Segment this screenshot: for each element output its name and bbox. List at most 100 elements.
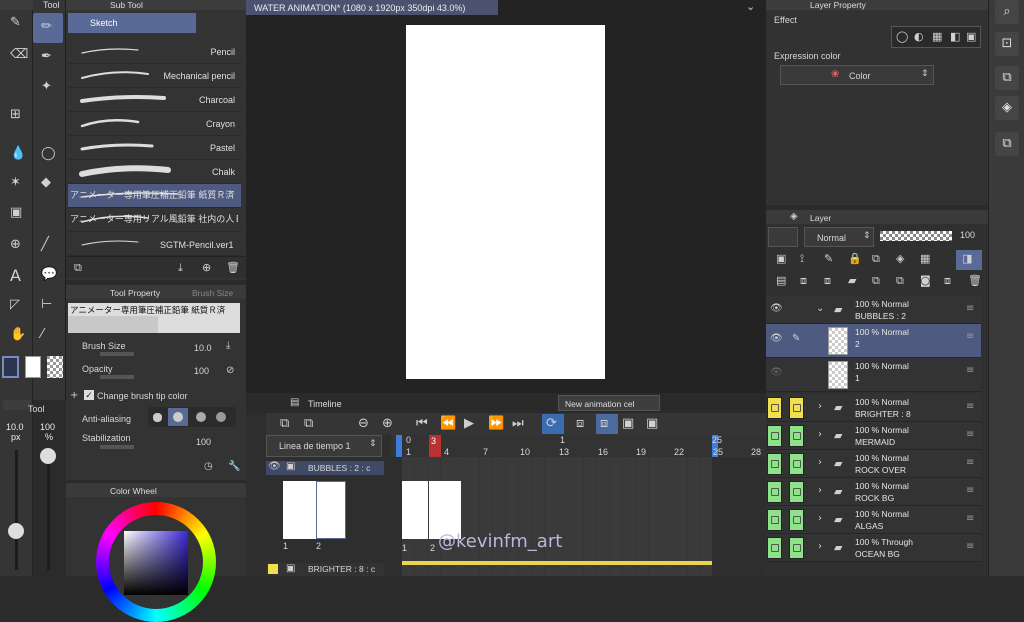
layer-lock-flag[interactable] [789,537,804,559]
drag-handle-icon[interactable]: ≡ [966,332,974,342]
cel-1[interactable] [402,481,428,539]
drag-handle-icon[interactable]: ≡ [966,542,974,552]
stabilization-slider[interactable] [100,445,134,449]
sub-color-swatch[interactable] [25,356,41,378]
layer-row[interactable]: 👁 ✎ 100 % Normal 2 ≡ [766,324,981,358]
wrench-icon[interactable]: 🔧 [228,462,240,472]
expression-select[interactable]: ❀ Color ⇕ [780,65,934,85]
tone-icon[interactable]: ▦ [932,31,942,42]
brush-item[interactable]: アニメーター専用リアル風鉛筆 社内の人Ｅ [68,208,241,232]
material-icon[interactable]: ⧉ [995,66,1019,90]
brush-item[interactable]: Chalk [68,160,241,184]
transparent-color-swatch[interactable] [47,356,63,378]
draft-icon[interactable]: ⟟ [800,253,804,264]
drag-handle-icon[interactable]: ≡ [966,486,974,496]
layer-type-select[interactable] [768,227,798,247]
drag-handle-icon[interactable]: ≡ [966,304,974,314]
change-tip-checkbox[interactable]: ✓ [84,390,94,400]
size-slider-track[interactable] [15,450,18,570]
layer-color-button[interactable]: ◨ [956,250,982,270]
import-icon[interactable]: ⤓ [178,262,183,273]
gradient-icon[interactable]: ▣ [10,206,22,219]
brush-item[interactable]: Charcoal [68,88,241,112]
marker-icon[interactable]: ✒ [41,50,52,63]
brush-item[interactable]: Pencil [68,40,241,64]
zoom-in-icon[interactable]: ⊕ [382,417,393,430]
history-icon[interactable]: ⧉ [995,132,1019,156]
object-select-icon[interactable]: ⊕ [10,238,21,251]
subtool-group-tab[interactable]: Sketch [68,13,196,33]
more-effects-icon[interactable]: ▣ [966,31,976,42]
transparent-lock-icon[interactable]: ▦ [920,253,930,264]
chevron-right-icon[interactable]: › [818,430,822,440]
brush-item[interactable]: アニメーター専用筆圧補正鉛筆 紙質Ｒ済 [68,184,241,208]
apply-mask-icon[interactable]: ⧈ [944,275,951,286]
layer-row[interactable]: › ▰ 100 % Normal ROCK OVER ≡ [766,450,981,478]
drag-handle-icon[interactable]: ≡ [966,514,974,524]
figure-icon[interactable]: ◸ [10,298,20,311]
layers-icon[interactable]: ◈ [995,96,1019,120]
play-icon[interactable]: ▶ [464,417,474,430]
loop-button[interactable]: ⟳ [542,414,564,434]
aa-strong-icon[interactable] [216,412,226,422]
brush-item[interactable]: SGTM-Pencil.ver1 [68,232,241,256]
first-frame-icon[interactable]: ⏮ [416,417,428,430]
clip-icon[interactable]: ⧉ [872,253,880,264]
toolprop-tab[interactable]: Tool Property [110,288,160,298]
new-cel-icon[interactable]: ⧈ [576,417,584,430]
zoom-out-icon[interactable]: ⊖ [358,417,369,430]
new-timeline-icon[interactable]: ⧉ [280,417,289,430]
line-icon[interactable]: ╱ [41,238,49,251]
delete-layer-icon[interactable]: 🗑 [968,275,982,286]
layer-lock-flag[interactable] [789,509,804,531]
track-bubbles[interactable]: 👁 ▣ BUBBLES : 2 : c [266,461,384,475]
brush-item[interactable]: Mechanical pencil [68,64,241,88]
prev-frame-icon[interactable]: ⏪ [440,417,456,430]
brush-size-value[interactable]: 10.0 [194,343,212,353]
transfer-icon[interactable]: ⧉ [872,275,880,286]
balloon-icon[interactable]: 💬 [41,268,57,281]
layer-visibility-flag[interactable] [767,397,782,419]
layer-visibility-flag[interactable] [767,537,782,559]
brush-size-slider[interactable] [100,352,134,356]
subtool-settings-icon[interactable]: ⧉ [74,262,82,273]
layer-opacity-slider[interactable] [880,231,952,241]
palette-color-icon[interactable]: ◈ [896,253,904,264]
blend-mode-select[interactable]: Normal ⇕ [804,227,874,247]
lasso-icon[interactable]: ◯ [41,147,56,160]
layer-mask-icon[interactable]: ✎ [824,253,833,264]
merge-icon[interactable]: ⧉ [896,275,904,286]
track-brighter[interactable]: ▣ BRIGHTER : 8 : c [266,563,384,576]
layer-visibility-flag[interactable] [767,509,782,531]
bucket-icon[interactable]: ◆ [41,176,51,189]
eraser-icon[interactable]: ⌫ [10,48,28,61]
aa-medium-icon[interactable] [196,412,206,422]
drag-handle-icon[interactable]: ≡ [966,430,974,440]
next-frame-icon[interactable]: ⏩ [488,417,504,430]
layer-lock-flag[interactable] [789,425,804,447]
brushsize-tab[interactable]: Brush Size [192,288,233,298]
opacity-value-prop[interactable]: 100 [194,366,209,376]
opacity-slider-track[interactable] [47,450,50,570]
duplicate-icon[interactable]: ⊕ [202,262,211,273]
canvas-paper[interactable] [406,25,605,379]
drag-handle-icon[interactable]: ≡ [966,366,974,376]
layer-row[interactable]: › ▰ 100 % Normal ALGAS ≡ [766,506,981,534]
mask-layer-icon[interactable]: ◙ [920,275,931,286]
plus-icon[interactable]: + [70,391,78,401]
eyedropper-icon[interactable]: ⁄ [41,328,43,341]
ref-layer-icon[interactable]: ▣ [776,253,786,264]
specify-cel-icon[interactable]: ▣ [622,417,634,430]
layer-row[interactable]: › ▰ 100 % Normal ROCK BG ≡ [766,478,981,506]
brighter-bar[interactable] [402,561,712,565]
size-slider-knob[interactable] [8,523,24,539]
layer-row[interactable]: 👁 ⌄ ▰ 100 % Normal BUBBLES : 2 ≡ [766,296,981,324]
delete-icon[interactable]: 🗑 [226,262,240,273]
chevron-right-icon[interactable]: › [818,542,822,552]
timeline-chevron-icon[interactable]: ⇕ [369,440,377,449]
layer-lock-flag[interactable] [789,397,804,419]
layer-color-icon[interactable]: ◧ [950,31,960,42]
anti-alias-selector[interactable] [148,407,236,427]
border-effect-icon[interactable]: ◯ [896,31,908,42]
layer-row[interactable]: 👁 100 % Normal 1 ≡ [766,358,981,392]
